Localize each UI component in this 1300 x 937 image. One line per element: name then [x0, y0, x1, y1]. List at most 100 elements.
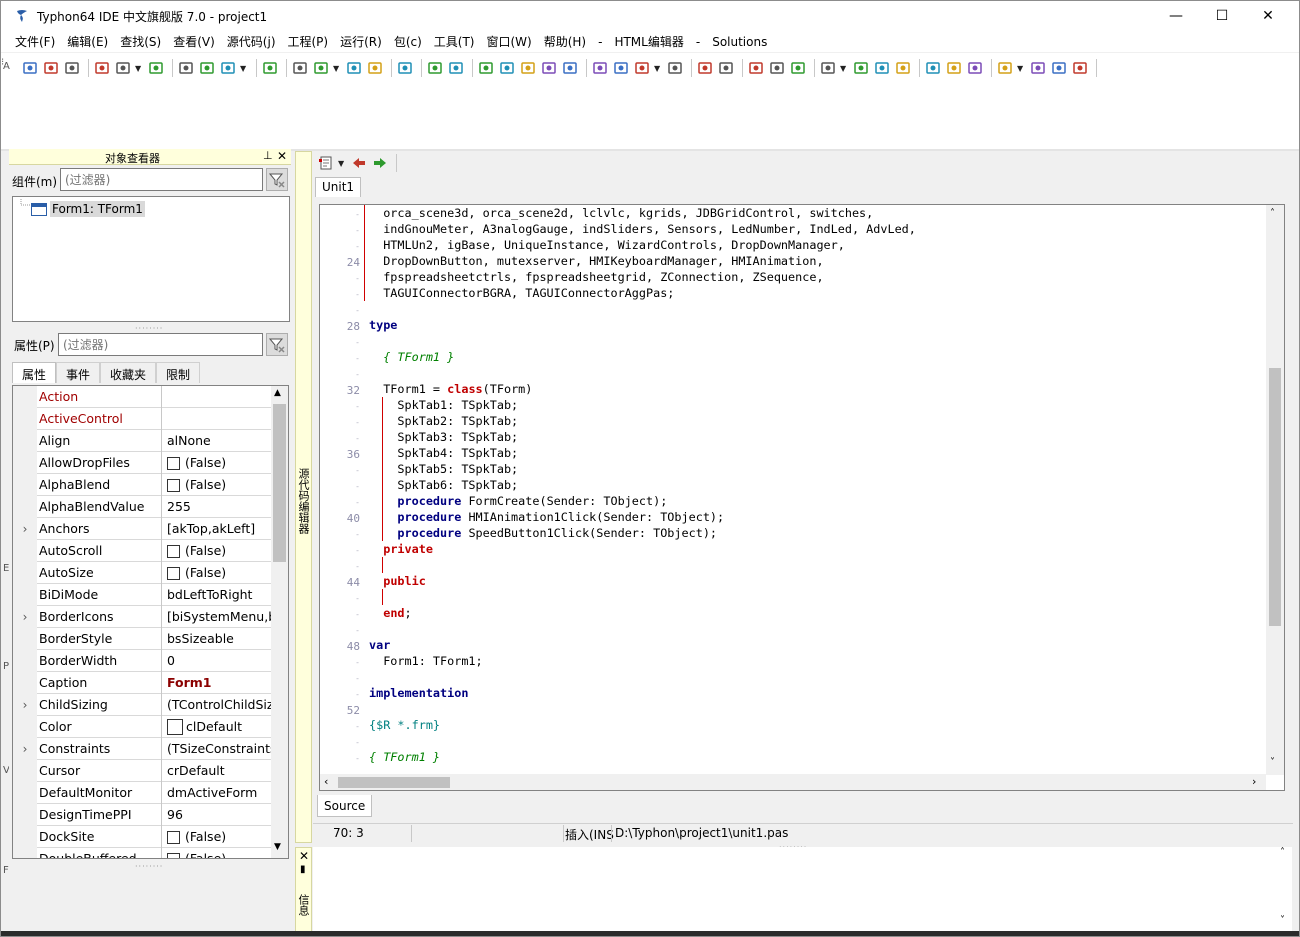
- component-filter-input[interactable]: [60, 168, 263, 191]
- scroll-thumb[interactable]: [1269, 368, 1281, 626]
- property-row[interactable]: BorderStyle bsSizeable: [13, 628, 271, 650]
- scroll-down-icon[interactable]: ▼: [274, 842, 281, 852]
- expand-arrow-icon[interactable]: ›: [13, 738, 37, 760]
- toolbar-tool-icon[interactable]: [666, 59, 684, 77]
- toolbar-tool-icon[interactable]: [1071, 59, 1089, 77]
- toolbar-tool-icon[interactable]: [291, 59, 309, 77]
- scroll-up-icon[interactable]: ▲: [274, 388, 281, 398]
- property-value[interactable]: [163, 408, 271, 430]
- toolbar-tool-icon[interactable]: [996, 59, 1014, 77]
- toolbar-tool-icon[interactable]: [396, 59, 414, 77]
- menu-item[interactable]: 文件(F): [9, 33, 61, 50]
- menu-item[interactable]: -: [690, 35, 706, 49]
- chevron-down-icon[interactable]: ▼: [338, 159, 346, 168]
- property-row[interactable]: AutoSize (False): [13, 562, 271, 584]
- menu-item[interactable]: Solutions: [706, 35, 773, 49]
- scroll-right-icon[interactable]: ›: [1252, 775, 1256, 788]
- toolbar-tool-icon[interactable]: [426, 59, 444, 77]
- scroll-down-icon[interactable]: ˅: [1270, 757, 1275, 768]
- toolbar-tool-icon[interactable]: [540, 59, 558, 77]
- property-value[interactable]: dmActiveForm: [163, 782, 271, 804]
- tab-unit1[interactable]: Unit1: [315, 177, 362, 197]
- expand-arrow-icon[interactable]: ›: [13, 518, 37, 540]
- close-button[interactable]: ✕: [1245, 1, 1291, 31]
- property-value[interactable]: (False): [163, 562, 271, 584]
- property-row[interactable]: Action: [13, 386, 271, 408]
- scroll-thumb[interactable]: [273, 404, 286, 562]
- menu-item[interactable]: 窗口(W): [480, 33, 537, 50]
- chevron-down-icon[interactable]: ▼: [240, 64, 248, 73]
- scroll-up-icon[interactable]: ˄: [1280, 847, 1285, 858]
- forward-arrow-icon[interactable]: [371, 154, 389, 172]
- property-value[interactable]: 0: [163, 650, 271, 672]
- toolbar-tool-icon[interactable]: [93, 59, 111, 77]
- editor-horizontal-scrollbar[interactable]: ‹ ›: [320, 774, 1266, 790]
- inspector-tab[interactable]: 收藏夹: [100, 362, 157, 383]
- clear-filter-button[interactable]: [266, 168, 288, 191]
- menu-item[interactable]: 工程(P): [282, 33, 335, 50]
- code-editor[interactable]: - - - 24 - - - 28 - - - 32 - - - 36 - - - 40 - - - 44 - - - 48 - - - 52…: [319, 204, 1285, 791]
- toolbar-tool-icon[interactable]: [1029, 59, 1047, 77]
- tab-source[interactable]: Source: [317, 795, 373, 817]
- property-row[interactable]: AllowDropFiles (False): [13, 452, 271, 474]
- messages-dock-tab[interactable]: ✕ ▮ 信息: [295, 847, 312, 933]
- property-row[interactable]: Caption Form1: [13, 672, 271, 694]
- toolbar-tool-icon[interactable]: [561, 59, 579, 77]
- close-panel-icon[interactable]: ✕: [277, 149, 287, 163]
- toolbar-tool-icon[interactable]: [519, 59, 537, 77]
- property-row[interactable]: Color clDefault: [13, 716, 271, 738]
- property-value[interactable]: crDefault: [163, 760, 271, 782]
- property-row[interactable]: AlphaBlend (False): [13, 474, 271, 496]
- property-value[interactable]: alNone: [163, 430, 271, 452]
- toolbar-tool-icon[interactable]: [63, 59, 81, 77]
- back-arrow-icon[interactable]: [350, 154, 368, 172]
- toolbar-tool-icon[interactable]: [633, 59, 651, 77]
- close-panel-icon[interactable]: ✕: [299, 849, 309, 863]
- toolbar-tool-icon[interactable]: [177, 59, 195, 77]
- clear-property-filter-button[interactable]: [266, 333, 288, 356]
- checkbox[interactable]: [167, 566, 180, 580]
- menu-item[interactable]: 包(c): [388, 33, 428, 50]
- maximize-button[interactable]: ☐: [1199, 1, 1245, 31]
- toolbar-tool-icon[interactable]: [261, 59, 279, 77]
- toolbar-tool-icon[interactable]: [591, 59, 609, 77]
- toolbar-tool-icon[interactable]: [696, 59, 714, 77]
- chevron-down-icon[interactable]: ▼: [654, 64, 662, 73]
- toolbar-tool-icon[interactable]: [21, 59, 39, 77]
- property-row[interactable]: Cursor crDefault: [13, 760, 271, 782]
- pin-icon[interactable]: ⊥: [263, 149, 273, 162]
- property-row[interactable]: BiDiMode bdLeftToRight: [13, 584, 271, 606]
- toolbar-tool-icon[interactable]: [717, 59, 735, 77]
- property-value[interactable]: (False): [163, 826, 271, 848]
- toolbar-tool-icon[interactable]: [819, 59, 837, 77]
- property-row[interactable]: AutoScroll (False): [13, 540, 271, 562]
- property-value[interactable]: (False): [163, 848, 271, 858]
- property-row[interactable]: DockSite (False): [13, 826, 271, 848]
- checkbox[interactable]: [167, 852, 180, 858]
- toolbar-tool-icon[interactable]: [612, 59, 630, 77]
- property-value[interactable]: clDefault: [163, 716, 271, 738]
- property-row[interactable]: BorderWidth 0: [13, 650, 271, 672]
- toolbar-tool-icon[interactable]: [966, 59, 984, 77]
- toolbar-tool-icon[interactable]: [747, 59, 765, 77]
- checkbox[interactable]: [167, 544, 180, 558]
- property-value[interactable]: (False): [163, 452, 271, 474]
- tree-item-form1[interactable]: Form1: TForm1: [31, 200, 145, 218]
- property-filter-input[interactable]: [58, 333, 263, 356]
- messages-scrollbar[interactable]: ˄ ˅: [1278, 847, 1292, 933]
- menu-item[interactable]: 编辑(E): [61, 33, 114, 50]
- menu-item[interactable]: HTML编辑器: [608, 33, 689, 50]
- property-row[interactable]: DoubleBuffered (False): [13, 848, 271, 858]
- checkbox[interactable]: [167, 456, 180, 470]
- toolbar-tool-icon[interactable]: [477, 59, 495, 77]
- inspector-tab[interactable]: 事件: [56, 362, 101, 383]
- menu-item[interactable]: 帮助(H): [538, 33, 592, 50]
- toolbar-tool-icon[interactable]: [924, 59, 942, 77]
- property-row[interactable]: ActiveControl: [13, 408, 271, 430]
- property-value[interactable]: 255: [163, 496, 271, 518]
- property-value[interactable]: (False): [163, 540, 271, 562]
- toolbar-tool-icon[interactable]: [498, 59, 516, 77]
- chevron-down-icon[interactable]: ▼: [333, 64, 341, 73]
- menu-item[interactable]: 运行(R): [334, 33, 388, 50]
- chevron-down-icon[interactable]: ▼: [1017, 64, 1025, 73]
